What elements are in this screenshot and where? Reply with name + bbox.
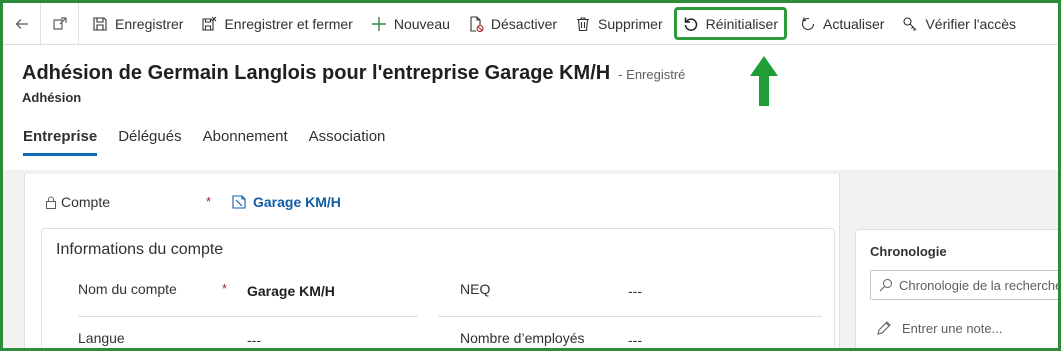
tab-list: Entreprise Délégués Abonnement Associati…	[23, 128, 406, 156]
search-icon	[879, 279, 892, 292]
note-placeholder: Entrer une note...	[902, 320, 1003, 336]
nombre-employes-label: Nombre d’employés	[460, 330, 585, 346]
pencil-icon	[877, 321, 891, 335]
tab-delegues[interactable]: Délégués	[118, 128, 181, 156]
save-and-close-label: Enregistrer et fermer	[224, 15, 353, 32]
page-title: Adhésion de Germain Langlois pour l'entr…	[22, 62, 611, 84]
compte-label: Compte	[61, 194, 111, 210]
check-access-button[interactable]: Vérifier l'accès	[893, 8, 1025, 40]
plus-icon	[371, 16, 387, 32]
command-bar: Enregistrer Enregistrer et fermer Nouvea…	[3, 3, 1058, 45]
compte-required-marker: *	[206, 194, 212, 209]
nombre-employes-value[interactable]: ---	[628, 332, 642, 348]
save-and-close-button[interactable]: Enregistrer et fermer	[192, 8, 361, 40]
reset-label: Réinitialiser	[705, 15, 778, 32]
delete-button[interactable]: Supprimer	[566, 8, 672, 40]
entity-name: Adhésion	[22, 90, 82, 105]
refresh-button[interactable]: Actualiser	[791, 8, 893, 40]
account-info-section: Informations du compte Nom du compte * G…	[41, 228, 835, 348]
compte-value: Garage KM/H	[253, 194, 341, 210]
new-button[interactable]: Nouveau	[362, 8, 459, 40]
deactivate-button[interactable]: Désactiver	[459, 8, 566, 40]
popout-icon	[52, 16, 67, 30]
nom-du-compte-label: Nom du compte	[78, 281, 177, 297]
save-close-icon	[201, 16, 217, 32]
field-divider	[438, 316, 822, 317]
lock-icon	[46, 196, 56, 209]
deactivate-icon	[468, 15, 484, 32]
back-arrow-icon	[15, 18, 28, 29]
trash-icon	[575, 16, 591, 32]
field-divider	[78, 316, 418, 317]
title-row: Adhésion de Germain Langlois pour l'entr…	[22, 62, 685, 85]
compte-lookup-link[interactable]: Garage KM/H	[231, 194, 341, 210]
langue-label: Langue	[78, 330, 125, 346]
form-content: Compte * Garage KM/H Informations du com…	[3, 170, 1061, 348]
nom-du-compte-value[interactable]: Garage KM/H	[247, 283, 335, 299]
reset-icon	[683, 16, 699, 32]
timeline-title: Chronologie	[870, 244, 947, 259]
timeline-card: Chronologie Chronologie de la recherche …	[855, 229, 1061, 348]
save-label: Enregistrer	[115, 15, 184, 32]
timeline-search-input[interactable]: Chronologie de la recherche	[870, 270, 1061, 300]
tab-abonnement[interactable]: Abonnement	[203, 128, 288, 156]
neq-value[interactable]: ---	[628, 283, 642, 299]
refresh-label: Actualiser	[822, 15, 885, 32]
account-record-icon	[232, 195, 246, 209]
langue-value[interactable]: ---	[247, 332, 261, 348]
check-access-icon	[902, 16, 918, 32]
neq-label: NEQ	[460, 281, 491, 297]
tab-entreprise[interactable]: Entreprise	[23, 128, 98, 156]
delete-label: Supprimer	[598, 15, 663, 32]
main-form-card: Compte * Garage KM/H Informations du com…	[24, 174, 840, 348]
deactivate-label: Désactiver	[490, 15, 558, 32]
back-button[interactable]	[3, 3, 41, 45]
nom-required-marker: *	[222, 281, 228, 296]
check-access-label: Vérifier l'accès	[925, 15, 1017, 32]
refresh-icon	[800, 16, 816, 32]
save-icon	[92, 16, 108, 32]
compte-field-label: Compte	[45, 194, 110, 210]
reset-button[interactable]: Réinitialiser	[673, 7, 787, 40]
new-label: Nouveau	[393, 15, 450, 32]
note-input[interactable]: Entrer une note...	[876, 320, 1002, 336]
save-button[interactable]: Enregistrer	[83, 8, 192, 40]
record-header: Adhésion de Germain Langlois pour l'entr…	[3, 46, 1058, 170]
save-status: - Enregistré	[618, 67, 686, 82]
tab-association[interactable]: Association	[309, 128, 386, 156]
app-frame: Enregistrer Enregistrer et fermer Nouvea…	[0, 0, 1061, 351]
timeline-search-placeholder: Chronologie de la recherche	[899, 277, 1061, 293]
annotation-arrow-icon	[750, 56, 778, 106]
popout-button[interactable]	[41, 3, 79, 45]
section-title: Informations du compte	[56, 241, 224, 258]
